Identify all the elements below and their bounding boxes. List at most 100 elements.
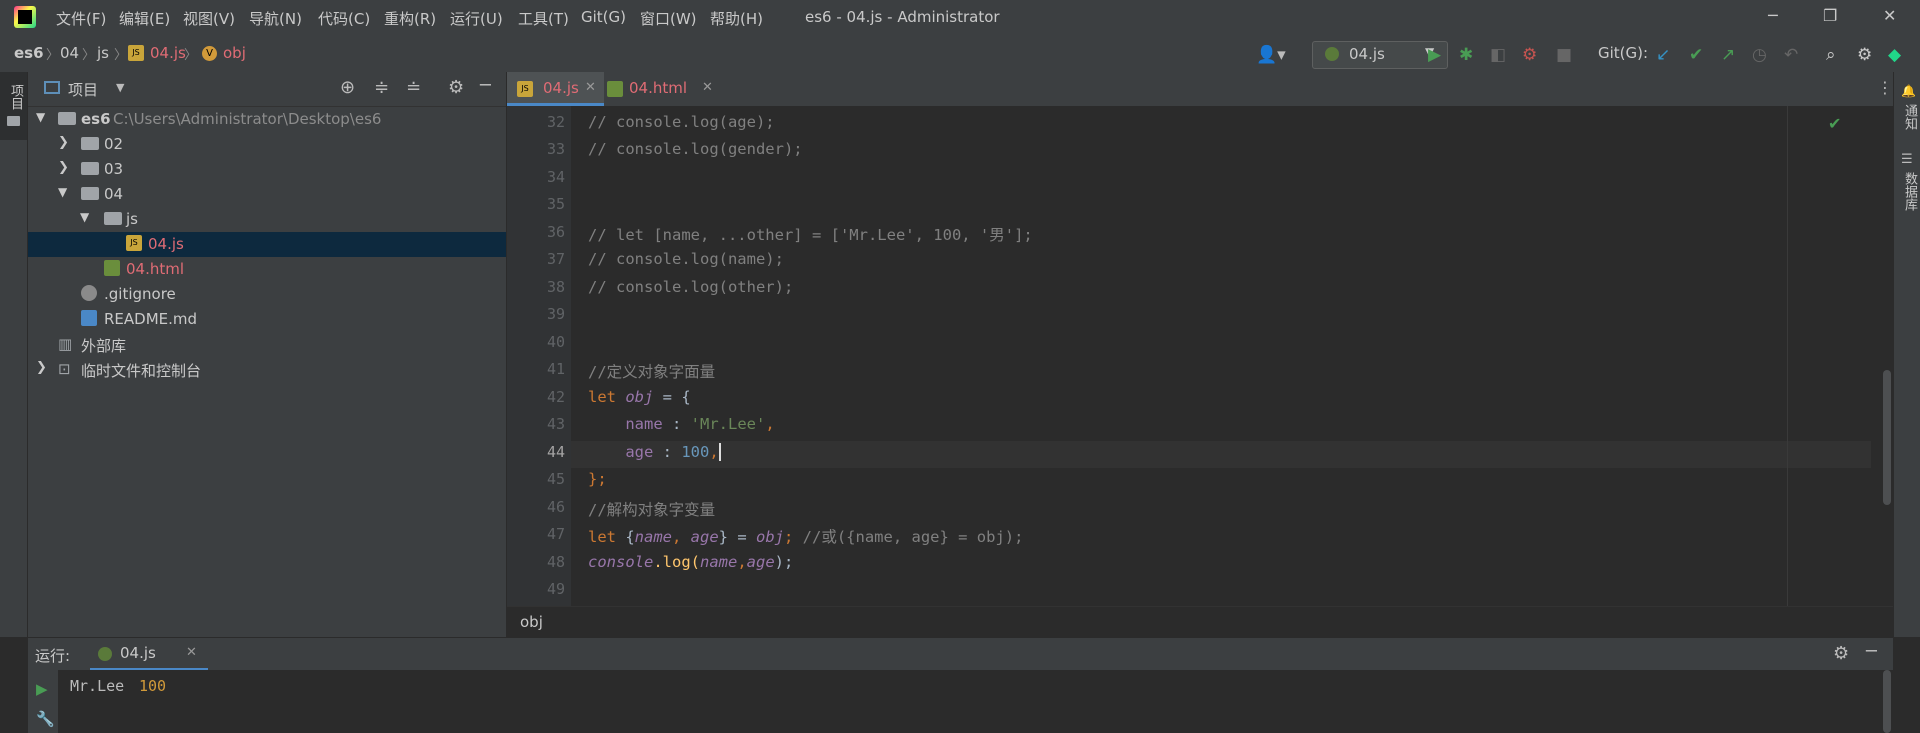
run-console[interactable]: Mr.Lee 100 [28,670,1893,733]
line-number: 45 [546,470,565,488]
run-tab-04-js[interactable]: 04.js ✕ [90,638,208,671]
chevron-right-icon[interactable]: ❯ [58,135,69,150]
gear-icon[interactable]: ⚙ [1857,45,1872,65]
tree-item-04-html[interactable]: 04.html [28,257,506,282]
menu-navigate[interactable]: 导航(N) [249,8,302,29]
rerun-icon[interactable]: ▶ [36,680,48,698]
property: age [625,443,654,461]
tree-item-label: 03 [104,160,124,178]
console-scrollbar[interactable] [1883,670,1891,733]
git-rollback-icon[interactable]: ↶ [1784,45,1798,65]
menu-edit[interactable]: 编辑(E) [119,8,170,29]
breadcrumb-symbol[interactable]: obj [223,44,246,62]
tab-04-html[interactable]: 04.html ✕ [607,72,719,106]
wrench-icon[interactable]: 🔧 [36,710,55,728]
tree-item-es6[interactable]: ▼ es6 C:\Users\Administrator\Desktop\es6 [28,107,506,132]
git-history-icon[interactable]: ◷ [1752,45,1767,65]
breadcrumb-04[interactable]: 04 [60,44,79,62]
run-panel-label: 运行: [35,647,71,665]
menu-window[interactable]: 窗口(W) [640,8,697,29]
comment: //或({name, age} = obj); [802,528,1024,546]
hide-panel-icon[interactable]: ─ [1866,641,1877,662]
js-file-icon: JS [126,235,142,251]
tree-item-gitignore[interactable]: .gitignore [28,282,506,307]
editor-breadcrumb-item[interactable]: obj [520,613,543,631]
close-icon[interactable]: ✕ [186,645,197,660]
minimize-icon[interactable]: ─ [1768,6,1778,25]
editor-scrollbar[interactable] [1883,370,1891,505]
search-icon[interactable]: ⌕ [1826,45,1836,65]
breadcrumb-js[interactable]: js [97,44,109,62]
chevron-right-icon[interactable]: ❯ [58,160,69,175]
js-file-icon: JS [517,81,533,97]
nodejs-icon [98,647,112,661]
line-number: 32 [546,113,565,131]
tree-item-02[interactable]: ❯ 02 [28,132,506,157]
git-push-icon[interactable]: ↗ [1721,45,1735,65]
editor-breadcrumb-bar: obj [507,606,1893,638]
punctuation: }; [588,470,607,488]
notifications-tab[interactable]: 通知 [1900,104,1919,130]
expand-all-icon[interactable]: ≑ [374,77,389,98]
tree-item-04-js[interactable]: JS 04.js [28,232,506,257]
tree-item-label: 04.js [148,235,184,253]
menu-code[interactable]: 代码(C) [318,8,370,29]
chevron-down-icon[interactable]: ▼ [36,110,45,124]
tree-item-03[interactable]: ❯ 03 [28,157,506,182]
operator: } = [718,528,756,546]
tree-item-04[interactable]: ▼ 04 [28,182,506,207]
close-icon[interactable]: ✕ [1883,6,1896,25]
punctuation: , [765,415,775,433]
line-number: 34 [546,168,565,186]
gear-icon[interactable]: ⚙ [448,77,464,98]
git-update-icon[interactable]: ↙ [1656,45,1670,65]
chevron-down-icon[interactable]: ▼ [80,210,89,224]
close-icon[interactable]: ✕ [702,80,713,95]
menu-refactor[interactable]: 重构(R) [384,8,436,29]
tree-item-js[interactable]: ▼ js [28,207,506,232]
tree-item-label: 临时文件和控制台 [81,362,202,380]
variable: name [634,528,672,546]
restore-icon[interactable]: ❐ [1823,6,1837,25]
close-icon[interactable]: ✕ [585,80,596,95]
debug-icon[interactable]: ✱ [1459,45,1473,65]
menu-view[interactable]: 视图(V) [183,8,235,29]
tree-item-external-libraries[interactable]: ▥ 外部库 [28,332,506,357]
project-tool-tab[interactable]: 项目 [0,72,27,140]
user-icon[interactable]: 👤▾ [1256,45,1286,65]
menu-run[interactable]: 运行(U) [450,8,503,29]
code-line-46: //解构对象字变量 [588,501,716,519]
database-icon: ☰ [1901,152,1913,167]
chevron-down-icon[interactable]: ▼ [116,81,124,94]
variable: age [746,553,775,571]
menu-file[interactable]: 文件(F) [56,8,106,29]
locate-icon[interactable]: ⊕ [340,77,355,98]
more-options-icon[interactable]: ⋮ [1877,78,1893,97]
breadcrumb-es6[interactable]: es6 [14,44,44,62]
project-panel-title[interactable]: 项目 [68,79,98,100]
database-tab[interactable]: 数据库 [1900,172,1919,211]
gear-icon[interactable]: ⚙ [1833,643,1849,664]
plugin-icon[interactable]: ◆ [1888,45,1901,65]
tree-item-scratches[interactable]: ❯ ⊡ 临时文件和控制台 [28,357,506,382]
hide-panel-icon[interactable]: ─ [480,75,491,96]
collapse-all-icon[interactable]: ≐ [406,77,421,98]
run-icon[interactable]: ▶ [1428,45,1441,65]
window-title: es6 - 04.js - Administrator [805,8,1000,26]
markdown-file-icon [81,310,97,326]
git-commit-icon[interactable]: ✔ [1689,45,1703,65]
tab-04-js[interactable]: JS 04.js ✕ [507,72,604,106]
menu-tools[interactable]: 工具(T) [518,8,569,29]
breadcrumb-separator: 〉 [184,48,198,63]
menu-git[interactable]: Git(G) [581,8,626,26]
run-side-toolbar: ▶ 🔧 [28,670,58,733]
punctuation: ; [784,528,803,546]
menu-help[interactable]: 帮助(H) [710,8,763,29]
breadcrumb-file[interactable]: 04.js [150,44,186,62]
chevron-right-icon[interactable]: ❯ [36,360,47,375]
tree-item-readme[interactable]: README.md [28,307,506,332]
chevron-down-icon[interactable]: ▼ [58,185,67,199]
coverage-icon[interactable]: ◧ [1490,45,1506,65]
profile-icon[interactable]: ⚙ [1522,45,1537,65]
stop-icon[interactable]: ■ [1556,45,1572,65]
